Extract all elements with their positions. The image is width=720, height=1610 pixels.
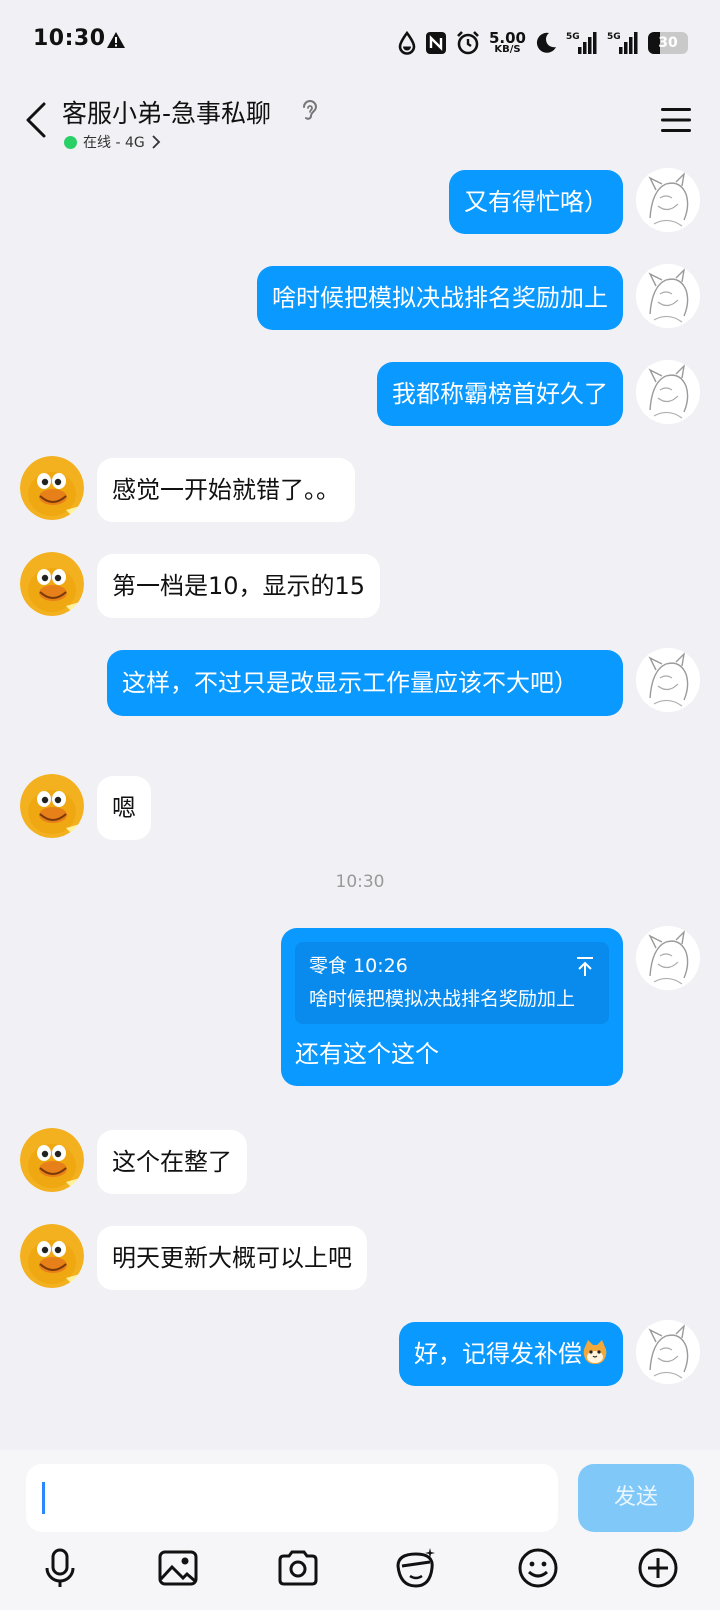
alarm-icon [457,31,479,55]
cat-face-icon [583,1340,607,1364]
nfc-icon [425,32,446,54]
quoted-message[interactable]: 零食 10:26 啥时候把模拟决战排名奖励加上 [295,942,609,1024]
emoji-icon[interactable] [516,1546,560,1590]
signal-5g-icon: 5G [566,32,597,54]
camera-icon[interactable] [276,1546,320,1590]
message-input[interactable] [26,1464,558,1532]
status-time: 10:30 [33,26,106,51]
message-bubble-received[interactable]: 感觉一开始就错了。。 [97,458,355,522]
microphone-icon[interactable] [38,1546,82,1590]
contact-avatar[interactable] [20,456,84,520]
message-list[interactable]: 又有得忙咯） 啥时候把模拟决战排名奖励加上 我都称霸榜首好久了 感觉一开始就错了… [0,164,720,1450]
battery-icon: 30 [648,32,688,54]
message-bubble-sent[interactable]: 好，记得发补偿 [399,1322,623,1386]
network-speed: 5.00 KB/S [488,29,526,55]
my-avatar[interactable] [636,168,700,232]
signal-5g-icon-2: 5G [607,32,638,54]
svg-text:5G: 5G [607,32,621,42]
jump-to-quote-icon[interactable] [575,956,595,978]
my-avatar[interactable] [636,360,700,424]
my-avatar[interactable] [636,926,700,990]
my-avatar[interactable] [636,264,700,328]
quoted-message-meta: 零食 10:26 [309,955,408,977]
message-bubble-sent[interactable]: 我都称霸榜首好久了 [377,362,623,426]
chat-title[interactable]: 客服小弟-急事私聊 [62,94,271,130]
reply-text: 还有这个这个 [295,1040,439,1068]
my-avatar[interactable] [636,648,700,712]
image-icon[interactable] [156,1546,200,1590]
text-caret [42,1482,45,1514]
moon-icon [536,32,556,53]
message-bubble-sent[interactable]: 啥时候把模拟决战排名奖励加上 [257,266,623,330]
online-status[interactable]: 在线 - 4G [64,132,161,152]
contact-avatar[interactable] [20,552,84,616]
message-bubble-sent[interactable]: 又有得忙咯） [449,170,623,234]
water-drop-icon [398,31,416,55]
magic-face-icon[interactable] [394,1546,438,1590]
contact-avatar[interactable] [20,1128,84,1192]
contact-avatar[interactable] [20,1224,84,1288]
message-bubble-received[interactable]: 明天更新大概可以上吧 [97,1226,367,1290]
status-icons: 5.00 KB/S 5G 5G 30 [398,28,688,58]
online-dot [64,135,77,149]
chat-header: 客服小弟-急事私聊 在线 - 4G [0,84,720,164]
message-timestamp: 10:30 [335,872,385,892]
message-text: 好，记得发补偿 [414,1340,582,1368]
menu-icon[interactable] [660,106,692,134]
back-arrow-icon[interactable] [18,98,54,142]
message-bubble-sent[interactable]: 这样，不过只是改显示工作量应该不大吧） [107,650,623,716]
input-toolbar [0,1546,720,1606]
online-status-text: 在线 - 4G [83,135,145,151]
quoted-message-text: 啥时候把模拟决战排名奖励加上 [309,988,576,1010]
contact-avatar[interactable] [20,774,84,838]
warning-icon [107,32,125,48]
send-button[interactable]: 发送 [578,1464,694,1532]
svg-text:5G: 5G [566,32,580,42]
ear-icon[interactable] [300,98,320,124]
my-avatar[interactable] [636,1320,700,1384]
status-bar: 10:30 5.00 KB/S 5G 5G 30 [0,0,720,84]
plus-icon[interactable] [636,1546,680,1590]
chevron-right-icon [152,135,160,149]
message-bubble-received[interactable]: 这个在整了 [97,1130,247,1194]
input-bar: 发送 [0,1450,720,1610]
message-bubble-received[interactable]: 嗯 [97,776,151,840]
message-bubble-received[interactable]: 第一档是10，显示的15 [97,554,381,618]
message-bubble-sent-reply[interactable]: 零食 10:26 啥时候把模拟决战排名奖励加上 还有这个这个 [281,928,623,1086]
